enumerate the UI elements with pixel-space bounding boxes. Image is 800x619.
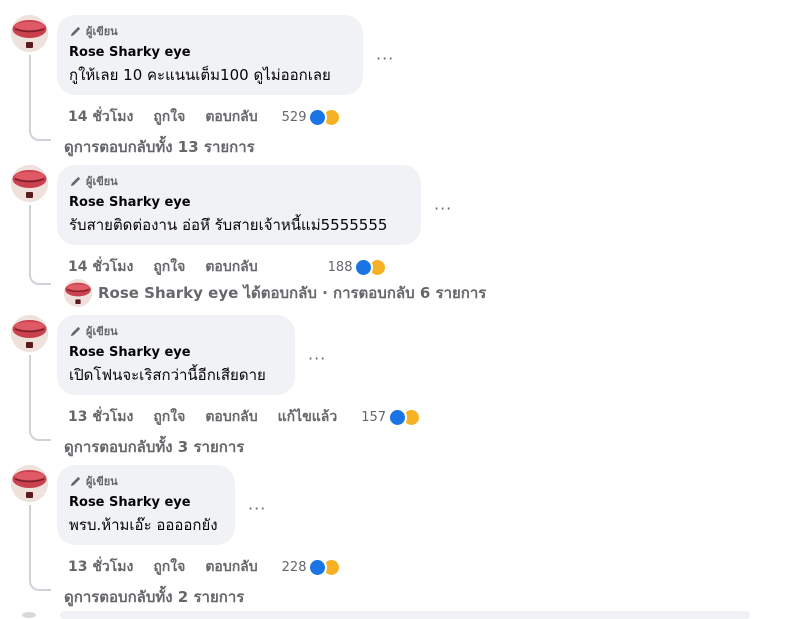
comment-bubble: ผู้เขียน Rose Sharky eye เปิดโฟนจะเริสกว…	[57, 315, 295, 395]
comment: ผู้เขียน Rose Sharky eye รับสายติดต่องาน…	[0, 165, 800, 315]
view-replies-link[interactable]: ดูการตอบกลับทั้ง 13 รายการ	[64, 135, 255, 159]
pencil-icon	[69, 25, 82, 38]
comment-actions: 13 ชั่วโมง ถูกใจ ตอบกลับ 228	[68, 556, 342, 578]
like-icon	[354, 257, 374, 277]
comment-text: เปิดโฟนจะเริสกว่านี้อีกเสียดาย	[69, 366, 266, 384]
more-options-icon[interactable]: ···	[308, 349, 326, 368]
timestamp[interactable]: 14 ชั่วโมง	[68, 256, 133, 278]
thread-line	[29, 55, 51, 141]
comment-text: กูให้เลย 10 คะแนนเต็ม100 ดูไม่ออกเลย	[69, 66, 331, 84]
timestamp[interactable]: 13 ชั่วโมง	[68, 556, 133, 578]
author-badge-label: ผู้เขียน	[86, 325, 118, 338]
commenter-name[interactable]: Rose Sharky eye	[69, 45, 351, 61]
author-badge: ผู้เขียน	[69, 323, 283, 339]
reply-preview-text: Rose Sharky eye ได้ตอบกลับ · การตอบกลับ …	[98, 284, 487, 302]
like-button[interactable]: ถูกใจ	[153, 106, 185, 128]
author-badge: ผู้เขียน	[69, 473, 223, 489]
edited-label[interactable]: แก้ไขแล้ว	[278, 406, 338, 428]
reply-button[interactable]: ตอบกลับ	[205, 556, 257, 578]
reply-preview[interactable]: Rose Sharky eye ได้ตอบกลับ · การตอบกลับ …	[64, 279, 486, 307]
view-replies-link[interactable]: ดูการตอบกลับทั้ง 2 รายการ	[64, 585, 244, 609]
reaction-summary[interactable]: 188	[327, 257, 388, 277]
reaction-summary[interactable]: 529	[281, 107, 342, 127]
like-button[interactable]: ถูกใจ	[153, 556, 185, 578]
pencil-icon	[69, 175, 82, 188]
author-badge-label: ผู้เขียน	[86, 25, 118, 38]
pencil-icon	[69, 325, 82, 338]
commenter-name[interactable]: Rose Sharky eye	[69, 345, 283, 361]
thread-line	[29, 355, 51, 441]
reaction-count: 529	[281, 109, 307, 125]
author-badge-label: ผู้เขียน	[86, 475, 118, 488]
thread-line	[29, 505, 51, 591]
reaction-count: 188	[327, 259, 353, 275]
like-icon	[308, 557, 328, 577]
commenter-name[interactable]: Rose Sharky eye	[69, 195, 409, 211]
reply-button[interactable]: ตอบกลับ	[205, 256, 257, 278]
like-button[interactable]: ถูกใจ	[153, 406, 185, 428]
comment-bubble: ผู้เขียน Rose Sharky eye รับสายติดต่องาน…	[57, 165, 421, 245]
timestamp[interactable]: 14 ชั่วโมง	[68, 106, 133, 128]
comment-actions: 13 ชั่วโมง ถูกใจ ตอบกลับ แก้ไขแล้ว 157	[68, 406, 422, 428]
comment-bubble: ผู้เขียน Rose Sharky eye กูให้เลย 10 คะแ…	[57, 15, 363, 95]
more-options-icon[interactable]: ···	[248, 499, 266, 518]
next-comment-bubble	[60, 611, 750, 619]
comment: ผู้เขียน Rose Sharky eye เปิดโฟนจะเริสกว…	[0, 315, 800, 465]
more-options-icon[interactable]: ···	[434, 199, 452, 218]
reply-button[interactable]: ตอบกลับ	[205, 406, 257, 428]
reaction-count: 157	[361, 409, 387, 425]
comment: ผู้เขียน Rose Sharky eye พรบ.ห้ามเอ๊ะ ออ…	[0, 465, 800, 615]
like-button[interactable]: ถูกใจ	[153, 256, 185, 278]
reaction-count: 228	[281, 559, 307, 575]
reaction-summary[interactable]: 157	[361, 407, 422, 427]
author-badge: ผู้เขียน	[69, 23, 351, 39]
like-icon	[308, 107, 328, 127]
avatar	[22, 612, 36, 618]
comment-actions: 14 ชั่วโมง ถูกใจ ตอบกลับ 529	[68, 106, 342, 128]
comment-text: พรบ.ห้ามเอ๊ะ ออออกยัง	[69, 516, 218, 534]
comment-actions: 14 ชั่วโมง ถูกใจ ตอบกลับ 188	[68, 256, 388, 278]
comment-bubble: ผู้เขียน Rose Sharky eye พรบ.ห้ามเอ๊ะ ออ…	[57, 465, 235, 545]
author-badge: ผู้เขียน	[69, 173, 409, 189]
view-replies-link[interactable]: ดูการตอบกลับทั้ง 3 รายการ	[64, 435, 244, 459]
avatar[interactable]	[11, 315, 48, 352]
like-icon	[388, 407, 408, 427]
avatar	[64, 279, 92, 307]
comment: ผู้เขียน Rose Sharky eye กูให้เลย 10 คะแ…	[0, 15, 800, 165]
reply-button[interactable]: ตอบกลับ	[205, 106, 257, 128]
more-options-icon[interactable]: ···	[376, 49, 394, 68]
author-badge-label: ผู้เขียน	[86, 175, 118, 188]
timestamp[interactable]: 13 ชั่วโมง	[68, 406, 133, 428]
commenter-name[interactable]: Rose Sharky eye	[69, 495, 223, 511]
avatar[interactable]	[11, 15, 48, 52]
reaction-summary[interactable]: 228	[281, 557, 342, 577]
thread-line	[29, 205, 51, 285]
pencil-icon	[69, 475, 82, 488]
avatar[interactable]	[11, 165, 48, 202]
avatar[interactable]	[11, 465, 48, 502]
comment-text: รับสายติดต่องาน อ่อหึ รับสายเจ้าหนี้แม่5…	[69, 216, 388, 234]
